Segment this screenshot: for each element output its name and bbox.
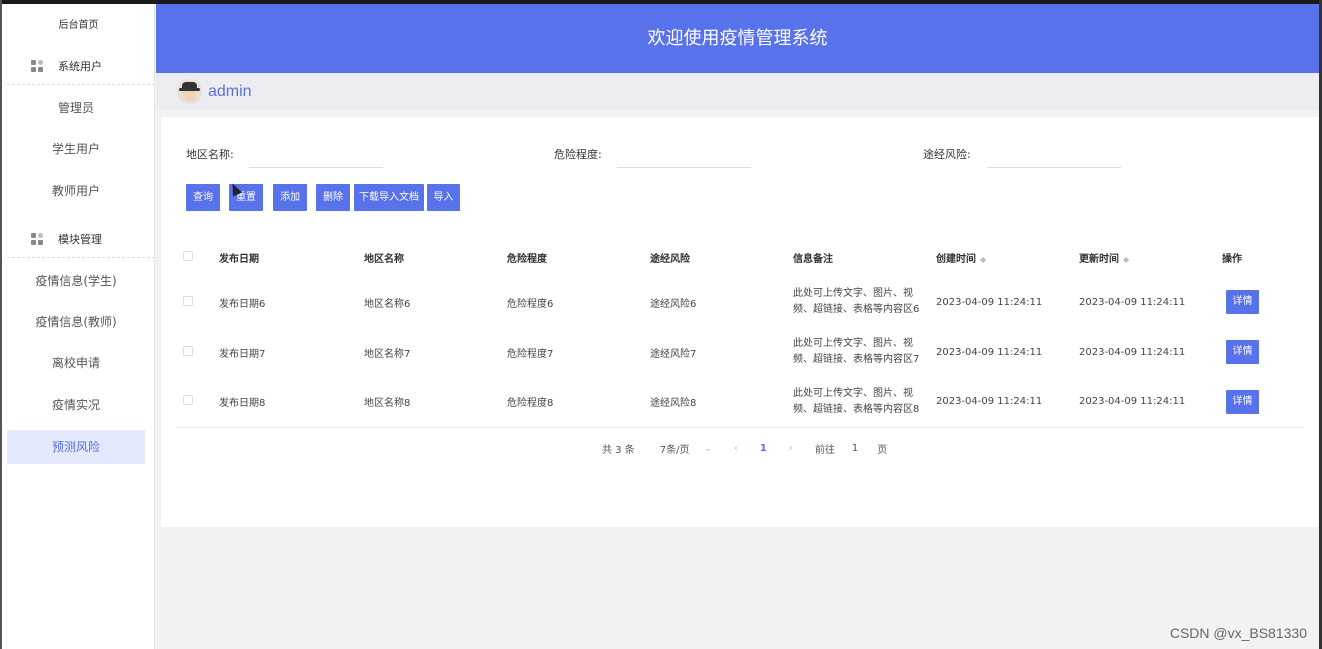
sidebar-group-modules[interactable]: 模块管理 xyxy=(2,225,155,253)
sort-icon[interactable]: ◆ xyxy=(980,255,986,264)
pagination-total: 共 3 条 xyxy=(602,445,635,456)
route-label: 途经风险: xyxy=(923,148,971,161)
table-header-row: 发布日期 地区名称 危险程度 途经风险 信息备注 创建时间 ◆ 更新时间 ◆ 操作 xyxy=(176,237,1304,277)
sidebar-item-epidemic-students[interactable]: 疫情信息(学生) xyxy=(7,264,145,298)
download-template-button[interactable]: 下载导入文档 xyxy=(354,184,424,211)
page-size-select[interactable]: 7条/页 xyxy=(660,441,690,456)
row-checkbox[interactable] xyxy=(183,295,193,306)
cell-date: 发布日期6 xyxy=(219,298,266,310)
cell-region: 地区名称7 xyxy=(364,348,411,360)
table-row: 发布日期7 地区名称7 危险程度7 途经风险7 此处可上传文字、图片、视 频、超链… xyxy=(176,327,1304,377)
cell-created: 2023-04-09 11:24:11 xyxy=(936,296,1043,308)
app-title: 欢迎使用疫情管理系统 xyxy=(647,28,828,49)
sidebar-divider xyxy=(7,257,155,258)
next-page-icon[interactable]: › xyxy=(789,443,793,454)
cell-danger: 危险程度8 xyxy=(507,377,650,428)
cell-updated: 2023-04-09 11:24:11 xyxy=(1079,296,1186,308)
cell-danger: 危险程度6 xyxy=(507,298,554,310)
header-action: 操作 xyxy=(1222,253,1242,265)
sidebar-home-link[interactable]: 后台首页 xyxy=(2,16,155,31)
cell-region: 地区名称8 xyxy=(364,377,507,428)
route-input[interactable] xyxy=(987,140,1121,168)
header-danger[interactable]: 危险程度 xyxy=(507,237,650,277)
avatar[interactable] xyxy=(177,79,202,104)
cell-remark: 此处可上传文字、图片、视 频、超链接、表格等内容区8 xyxy=(793,377,936,428)
row-checkbox[interactable] xyxy=(183,345,193,356)
add-button[interactable]: 添加 xyxy=(273,184,307,211)
cell-remark: 此处可上传文字、图片、视 频、超链接、表格等内容区7 xyxy=(793,338,920,365)
cell-route: 途经风险8 xyxy=(650,377,793,428)
header-date[interactable]: 发布日期 xyxy=(219,237,364,277)
sidebar: 后台首页 系统用户 管理员 学生用户 教师用户 模块管理 疫情信息(学生) 疫情… xyxy=(2,4,155,649)
select-all-checkbox[interactable] xyxy=(183,250,193,261)
header-route[interactable]: 途经风险 xyxy=(650,237,793,277)
header-remark[interactable]: 信息备注 xyxy=(793,237,936,277)
sidebar-item-admin[interactable]: 管理员 xyxy=(7,91,145,125)
goto-label: 前往 xyxy=(814,445,835,456)
table-row: 发布日期8 地区名称8 危险程度8 途经风险8 此处可上传文字、图片、视 频、超链… xyxy=(176,377,1304,428)
sidebar-group-label: 模块管理 xyxy=(58,233,102,246)
sort-icon[interactable]: ◆ xyxy=(1123,255,1129,264)
sidebar-item-teachers[interactable]: 教师用户 xyxy=(7,174,145,208)
sidebar-item-students[interactable]: 学生用户 xyxy=(7,132,145,166)
prev-page-icon[interactable]: ‹ xyxy=(734,443,738,454)
cell-route: 途经风险7 xyxy=(650,348,697,360)
page-header: 欢迎使用疫情管理系统 xyxy=(156,4,1319,73)
region-input[interactable] xyxy=(249,140,383,168)
goto-page-input[interactable]: 1 xyxy=(852,443,858,454)
detail-button[interactable]: 详情 xyxy=(1226,340,1259,364)
query-button[interactable]: 查询 xyxy=(186,184,220,211)
sidebar-group-label: 系统用户 xyxy=(58,60,102,73)
sidebar-divider xyxy=(7,84,155,85)
cell-date: 发布日期8 xyxy=(219,377,364,428)
user-bar: admin xyxy=(156,73,1319,110)
cell-created: 2023-04-09 11:24:11 xyxy=(936,377,1079,428)
pagination: 共 3 条 7条/页 ⌄ ‹ 1 › 前往 1 页 xyxy=(602,441,887,456)
username[interactable]: admin xyxy=(208,83,252,101)
detail-button[interactable]: 详情 xyxy=(1226,389,1259,414)
grid-icon xyxy=(31,232,44,246)
watermark: CSDN @vx_BS81330 xyxy=(1169,625,1307,641)
chevron-down-icon[interactable]: ⌄ xyxy=(703,443,711,454)
cell-route: 途经风险6 xyxy=(650,298,697,310)
import-button[interactable]: 导入 xyxy=(427,184,460,211)
content-card: 地区名称: 危险程度: 途经风险: 查询 重置 添加 删除 下载导入文档 导入 … xyxy=(161,117,1318,527)
cell-remark: 此处可上传文字、图片、视 频、超链接、表格等内容区6 xyxy=(793,288,920,315)
cell-updated: 2023-04-09 11:24:11 xyxy=(1079,377,1222,428)
cell-date: 发布日期7 xyxy=(219,348,266,360)
data-table: 发布日期 地区名称 危险程度 途经风险 信息备注 创建时间 ◆ 更新时间 ◆ 操作 … xyxy=(176,237,1304,428)
header-region[interactable]: 地区名称 xyxy=(364,237,507,277)
delete-button[interactable]: 删除 xyxy=(316,184,350,211)
sidebar-item-leave-application[interactable]: 离校申请 xyxy=(7,346,145,380)
sidebar-item-epidemic-teachers[interactable]: 疫情信息(教师) xyxy=(7,305,145,339)
sidebar-group-system-users[interactable]: 系统用户 xyxy=(2,52,155,80)
sidebar-item-epidemic-status[interactable]: 疫情实况 xyxy=(7,388,145,422)
cell-danger: 危险程度7 xyxy=(507,348,554,360)
danger-label: 危险程度: xyxy=(554,148,602,161)
danger-input[interactable] xyxy=(617,140,751,168)
grid-icon xyxy=(31,59,44,73)
cell-updated: 2023-04-09 11:24:11 xyxy=(1079,346,1186,358)
page-number-current[interactable]: 1 xyxy=(760,443,767,454)
detail-button[interactable]: 详情 xyxy=(1226,290,1259,314)
row-checkbox[interactable] xyxy=(183,395,193,406)
sidebar-item-risk-prediction[interactable]: 预测风险 xyxy=(7,430,145,464)
cell-region: 地区名称6 xyxy=(364,298,411,310)
header-created[interactable]: 创建时间 ◆ xyxy=(936,237,1079,277)
page-suffix: 页 xyxy=(877,445,888,456)
cell-created: 2023-04-09 11:24:11 xyxy=(936,346,1043,358)
region-label: 地区名称: xyxy=(186,148,234,161)
table-row: 发布日期6 地区名称6 危险程度6 途经风险6 此处可上传文字、图片、视 频、超链… xyxy=(176,277,1304,327)
header-updated[interactable]: 更新时间 ◆ xyxy=(1079,237,1222,277)
